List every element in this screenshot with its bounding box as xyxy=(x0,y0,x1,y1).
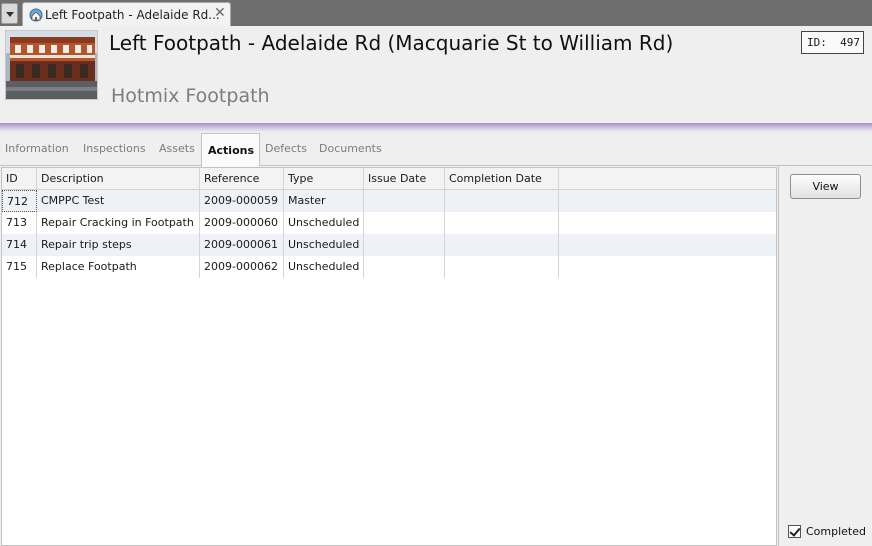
completed-checkbox[interactable] xyxy=(788,525,801,538)
column-header-type[interactable]: Type xyxy=(284,168,364,190)
cell-issue-date[interactable] xyxy=(364,234,445,256)
cell-reference[interactable]: 2009-000060 xyxy=(200,212,284,234)
document-tab[interactable]: Left Footpath - Adelaide Rd... ✕ xyxy=(22,2,231,26)
globe-house-icon xyxy=(29,8,43,22)
cell-completion-date[interactable] xyxy=(445,256,559,278)
column-header-description[interactable]: Description xyxy=(37,168,200,190)
close-icon[interactable]: ✕ xyxy=(214,5,226,21)
cell-id[interactable]: 712 xyxy=(2,190,37,212)
section-tab-bar: Information Inspections Assets Actions D… xyxy=(0,132,872,167)
record-id-box: ID: 497 xyxy=(801,31,864,54)
page-subtitle: Hotmix Footpath xyxy=(111,85,270,107)
tab-defects[interactable]: Defects xyxy=(265,142,307,155)
cell-description[interactable]: CMPPC Test xyxy=(37,190,200,212)
tab-inspections[interactable]: Inspections xyxy=(83,142,146,155)
cell-completion-date[interactable] xyxy=(445,234,559,256)
table-row[interactable]: 714 Repair trip steps 2009-000061 Unsche… xyxy=(2,234,776,256)
cell-description[interactable]: Repair Cracking in Footpath xyxy=(37,212,200,234)
cell-issue-date[interactable] xyxy=(364,212,445,234)
cell-type[interactable]: Master xyxy=(284,190,364,212)
cell-reference[interactable]: 2009-000062 xyxy=(200,256,284,278)
document-tab-title: Left Footpath - Adelaide Rd... xyxy=(45,8,220,22)
table-row[interactable]: 715 Replace Footpath 2009-000062 Unsched… xyxy=(2,256,776,278)
cell-description[interactable]: Replace Footpath xyxy=(37,256,200,278)
column-header-reference[interactable]: Reference xyxy=(200,168,284,190)
column-header-id[interactable]: ID xyxy=(2,168,37,190)
tab-information[interactable]: Information xyxy=(5,142,69,155)
cell-id[interactable]: 713 xyxy=(2,212,37,234)
cell-description[interactable]: Repair trip steps xyxy=(37,234,200,256)
record-id-label: ID: xyxy=(807,36,827,49)
actions-grid: ID Description Reference Type Issue Date… xyxy=(1,167,777,546)
tab-documents[interactable]: Documents xyxy=(319,142,382,155)
cell-reference[interactable]: 2009-000061 xyxy=(200,234,284,256)
view-button[interactable]: View xyxy=(790,174,861,199)
table-row[interactable]: 712 CMPPC Test 2009-000059 Master xyxy=(2,190,776,212)
cell-reference[interactable]: 2009-000059 xyxy=(200,190,284,212)
completed-checkbox-group[interactable]: Completed xyxy=(788,524,870,540)
cell-type[interactable]: Unscheduled xyxy=(284,234,364,256)
header-accent-bar xyxy=(0,123,872,132)
completed-label: Completed xyxy=(806,525,866,538)
column-header-completion-date[interactable]: Completion Date xyxy=(445,168,559,190)
cell-issue-date[interactable] xyxy=(364,256,445,278)
action-side-panel: View Completed xyxy=(778,166,872,546)
tab-list-dropdown-button[interactable] xyxy=(1,3,18,24)
cell-id[interactable]: 714 xyxy=(2,234,37,256)
table-row[interactable]: 713 Repair Cracking in Footpath 2009-000… xyxy=(2,212,776,234)
tab-assets[interactable]: Assets xyxy=(159,142,195,155)
document-tab-strip: Left Footpath - Adelaide Rd... ✕ xyxy=(0,0,872,26)
cell-type[interactable]: Unscheduled xyxy=(284,256,364,278)
column-header-issue-date[interactable]: Issue Date xyxy=(364,168,445,190)
cell-id[interactable]: 715 xyxy=(2,256,37,278)
cell-issue-date[interactable] xyxy=(364,190,445,212)
cell-completion-date[interactable] xyxy=(445,212,559,234)
cell-type[interactable]: Unscheduled xyxy=(284,212,364,234)
cell-completion-date[interactable] xyxy=(445,190,559,212)
grid-header-row: ID Description Reference Type Issue Date… xyxy=(2,168,776,190)
asset-photo xyxy=(5,30,98,100)
record-header: Left Footpath - Adelaide Rd (Macquarie S… xyxy=(0,26,872,123)
page-title: Left Footpath - Adelaide Rd (Macquarie S… xyxy=(109,31,674,55)
tab-actions[interactable]: Actions xyxy=(201,133,260,167)
record-id-value: 497 xyxy=(840,36,860,49)
